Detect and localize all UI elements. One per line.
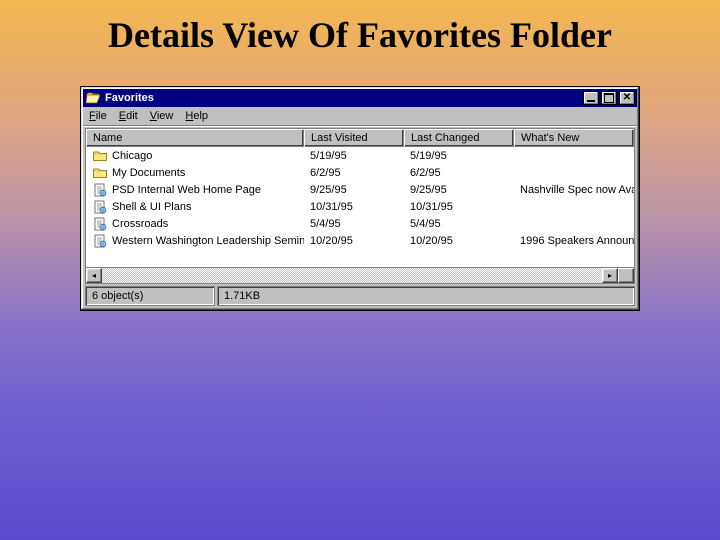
scroll-left-button[interactable]: ◂ [86, 268, 102, 283]
column-header-last-changed[interactable]: Last Changed [404, 129, 514, 147]
column-header-last-visited[interactable]: Last Visited [304, 129, 404, 147]
row-name: Western Washington Leadership Seminar [112, 235, 304, 247]
titlebar[interactable]: Favorites ✕ [83, 89, 637, 107]
menu-file[interactable]: File [89, 110, 107, 122]
row-last-changed: 5/4/95 [404, 218, 514, 230]
table-row[interactable]: Western Washington Leadership Seminar10/… [86, 232, 634, 249]
page-icon [92, 217, 108, 231]
status-size: 1.71KB [217, 286, 635, 306]
folder-open-icon [85, 91, 101, 105]
row-name: Shell & UI Plans [112, 201, 191, 213]
row-whats-new: Nashville Spec now Available! [514, 184, 634, 196]
row-name: PSD Internal Web Home Page [112, 184, 261, 196]
scroll-track[interactable] [102, 268, 602, 283]
column-header-whats-new[interactable]: What's New [514, 129, 634, 147]
row-name: Crossroads [112, 218, 168, 230]
row-last-changed: 5/19/95 [404, 150, 514, 162]
row-last-visited: 6/2/95 [304, 167, 404, 179]
page-icon [92, 234, 108, 248]
slide-title: Details View Of Favorites Folder [0, 0, 720, 64]
horizontal-scrollbar[interactable]: ◂ ▸ [86, 267, 634, 283]
table-row[interactable]: Chicago 5/19/955/19/95 [86, 147, 634, 164]
row-name: My Documents [112, 167, 185, 179]
scroll-corner [618, 268, 634, 283]
folder-icon [92, 166, 108, 180]
row-last-visited: 9/25/95 [304, 184, 404, 196]
row-last-visited: 5/4/95 [304, 218, 404, 230]
row-last-changed: 10/20/95 [404, 235, 514, 247]
row-last-changed: 9/25/95 [404, 184, 514, 196]
favorites-window: Favorites ✕ File Edit View Help Name Las… [80, 86, 640, 311]
column-header-name[interactable]: Name [86, 129, 304, 147]
table-row[interactable]: PSD Internal Web Home Page 9/25/959/25/95… [86, 181, 634, 198]
page-icon [92, 183, 108, 197]
row-last-visited: 5/19/95 [304, 150, 404, 162]
row-last-changed: 6/2/95 [404, 167, 514, 179]
menubar: File Edit View Help [83, 107, 637, 126]
table-row[interactable]: My Documents 6/2/956/2/95 [86, 164, 634, 181]
row-last-visited: 10/31/95 [304, 201, 404, 213]
status-count: 6 object(s) [85, 286, 215, 306]
row-last-changed: 10/31/95 [404, 201, 514, 213]
close-button[interactable]: ✕ [619, 91, 635, 105]
row-whats-new: 1996 Speakers Announced... [514, 235, 634, 247]
column-headers: Name Last Visited Last Changed What's Ne… [86, 129, 634, 147]
table-row[interactable]: Shell & UI Plans 10/31/9510/31/95 [86, 198, 634, 215]
menu-view[interactable]: View [150, 110, 174, 122]
folder-icon [92, 149, 108, 163]
statusbar: 6 object(s) 1.71KB [85, 286, 635, 306]
maximize-button[interactable] [601, 91, 617, 105]
page-icon [92, 200, 108, 214]
list-body[interactable]: Chicago 5/19/955/19/95 My Documents 6/2/956… [86, 147, 634, 267]
menu-help[interactable]: Help [185, 110, 208, 122]
window-title: Favorites [105, 92, 581, 104]
row-last-visited: 10/20/95 [304, 235, 404, 247]
row-name: Chicago [112, 150, 152, 162]
menu-edit[interactable]: Edit [119, 110, 138, 122]
minimize-button[interactable] [583, 91, 599, 105]
scroll-right-button[interactable]: ▸ [602, 268, 618, 283]
list-view: Name Last Visited Last Changed What's Ne… [85, 128, 635, 284]
table-row[interactable]: Crossroads 5/4/955/4/95 [86, 215, 634, 232]
